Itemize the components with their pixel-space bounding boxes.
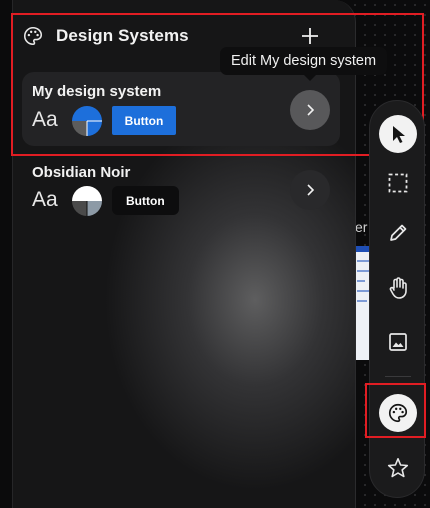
chevron-right-icon bbox=[307, 184, 315, 196]
color-swatch bbox=[72, 186, 102, 216]
typography-sample: Aa bbox=[32, 188, 58, 211]
cursor-tool[interactable] bbox=[385, 121, 411, 147]
button-sample: Button bbox=[112, 186, 179, 215]
cursor-icon bbox=[393, 126, 405, 143]
highlight-annotation bbox=[365, 383, 426, 438]
image-tool[interactable] bbox=[385, 329, 411, 355]
tool-toolbar bbox=[369, 100, 425, 498]
hand-tool[interactable] bbox=[385, 275, 411, 301]
favorites-tool[interactable] bbox=[385, 455, 411, 481]
star-icon bbox=[387, 458, 409, 478]
pencil-tool[interactable] bbox=[385, 220, 411, 246]
design-system-name: Obsidian Noir bbox=[32, 164, 131, 181]
marquee-select-tool[interactable] bbox=[385, 170, 411, 196]
toolbar-divider bbox=[385, 376, 411, 377]
highlight-annotation bbox=[11, 13, 424, 156]
background-peek-text: er bbox=[355, 219, 368, 235]
design-system-card-obsidian-noir[interactable]: Obsidian Noir Aa Button bbox=[22, 158, 340, 232]
marquee-select-icon bbox=[388, 173, 408, 193]
pencil-icon bbox=[390, 224, 407, 241]
edit-design-system-button[interactable] bbox=[290, 170, 330, 210]
image-icon bbox=[389, 333, 407, 351]
hand-icon bbox=[389, 277, 407, 299]
